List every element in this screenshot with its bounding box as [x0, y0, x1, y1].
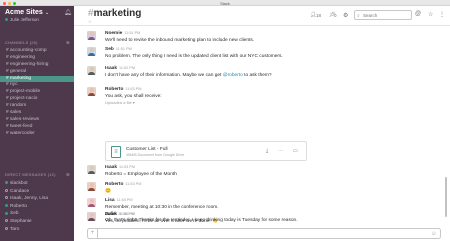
channel-header: #marketing ☆ 👤︎ 18 📌︎ 0 ⚙ ⌕ @ ☆ ⋮: [74, 6, 450, 26]
presence-away-icon: [5, 188, 8, 192]
starred-items-icon[interactable]: ☆: [428, 11, 433, 18]
presence-away-icon: [5, 219, 8, 223]
message-time[interactable]: 11:52 PM: [119, 66, 135, 70]
more-icon[interactable]: ⋯: [278, 148, 283, 154]
message-text: Oh, that's right! Thanks for the reminde…: [105, 218, 298, 223]
message-time[interactable]: 11:56 PM: [118, 212, 134, 216]
sidebar-item-dm[interactable]: Isaak, Jenny, Lisa: [0, 195, 74, 203]
sidebar-item-dm[interactable]: Seb: [0, 210, 74, 218]
document-icon: ≡: [111, 146, 121, 158]
avatar[interactable]: [87, 31, 96, 40]
sidebar: Acme Sites ⌄ 🔔︎ Julie Jefferson CHANNELS…: [0, 6, 74, 241]
sidebar-item-dm[interactable]: Taro: [0, 226, 74, 234]
message-composer: + ☺: [87, 228, 441, 239]
avatar[interactable]: [87, 212, 96, 221]
comment-icon[interactable]: ▭: [293, 148, 298, 154]
message-author[interactable]: Roberto 11:53 PM: [105, 87, 141, 92]
message-author[interactable]: Roberto 11:53 PM: [105, 182, 141, 187]
file-name[interactable]: Customer List - Full: [126, 147, 168, 152]
message-list: Noemie 11:51 PM We'll need to revise the …: [74, 27, 450, 227]
mentions-icon[interactable]: @: [415, 11, 421, 17]
sidebar-item-dm[interactable]: Candace: [0, 188, 74, 196]
message-text: Remember, meeting at 10:30 in the confer…: [105, 205, 219, 210]
avatar[interactable]: [87, 47, 96, 56]
message-input[interactable]: [101, 231, 421, 236]
dm-list: slackbot Candace Isaak, Jenny, Lisa Robe…: [0, 180, 74, 233]
presence-online-icon: [5, 181, 8, 185]
message-author[interactable]: Isaak 11:52 PM: [105, 66, 135, 71]
message-scrollbar[interactable]: [444, 27, 448, 227]
bell-icon[interactable]: 🔔︎: [64, 9, 72, 16]
gear-icon[interactable]: ⚙: [343, 12, 348, 19]
sidebar-item-dm[interactable]: Roberto: [0, 203, 74, 211]
message-time[interactable]: 11:53 PM: [119, 165, 135, 169]
message-time[interactable]: 11:51 PM: [116, 47, 132, 51]
user-mention-link[interactable]: @roberto: [223, 73, 243, 78]
add-attachment-button[interactable]: +: [88, 229, 98, 239]
file-meta: 45kKB Document from Google Drive: [126, 153, 185, 157]
presence-away-icon: [5, 226, 8, 230]
avatar[interactable]: [87, 165, 96, 174]
channel-title[interactable]: #marketing: [88, 8, 141, 19]
user-name: Julie Jefferson: [10, 17, 39, 22]
search-icon: ⌕: [357, 13, 360, 19]
star-icon[interactable]: ☆: [88, 19, 92, 24]
download-icon[interactable]: ⤓: [266, 148, 268, 154]
sidebar-item-channel[interactable]: # sales: [0, 110, 74, 117]
message-text: No problem. The only thing I need is the…: [105, 54, 283, 59]
avatar[interactable]: [87, 66, 96, 75]
pinned-count[interactable]: 0: [334, 13, 337, 18]
message-text: I don't have any of their information. M…: [105, 73, 272, 78]
file-upload-note[interactable]: Uploaded a file ▾: [105, 100, 135, 105]
sidebar-item-channel[interactable]: # watercooler: [0, 131, 74, 138]
presence-online-icon: [5, 211, 8, 215]
chevron-down-icon[interactable]: ⌄: [45, 10, 49, 16]
scrollbar-thumb[interactable]: [445, 177, 447, 217]
channel-list: # accounting-comp # engineering # engine…: [0, 48, 74, 138]
message-text: You ask, you shall receive:: [105, 94, 162, 99]
direct-messages-header[interactable]: DIRECT MESSAGES (12): [5, 172, 56, 177]
message-author[interactable]: Julie 11:56 PM: [105, 212, 134, 217]
team-name[interactable]: Acme Sites: [5, 9, 43, 16]
channels-header[interactable]: CHANNELS (25): [5, 40, 38, 45]
avatar[interactable]: [87, 182, 96, 191]
file-attachment[interactable]: ≡ Customer List - Full 45kKB Document fr…: [105, 141, 307, 161]
message-time[interactable]: 11:54 PM: [117, 198, 133, 202]
sidebar-item-channel[interactable]: # engineering-hiring: [0, 62, 74, 69]
avatar[interactable]: [87, 198, 96, 207]
message-emoji: 😊: [105, 189, 111, 194]
sidebar-item-channel[interactable]: # accounting-comp: [0, 48, 74, 55]
sidebar-item-channel[interactable]: # tweet-feed: [0, 124, 74, 131]
message-author[interactable]: Seb 11:51 PM: [105, 47, 132, 52]
add-channel-icon[interactable]: ⊕: [66, 40, 70, 46]
message-text: Roberto = Employee of the Month: [105, 172, 177, 177]
window-title: Slack: [220, 0, 230, 6]
message-author[interactable]: Isaak 11:53 PM: [105, 165, 135, 170]
message-time[interactable]: 11:53 PM: [125, 87, 141, 91]
message-author[interactable]: Lisa 11:54 PM: [105, 198, 133, 203]
presence-dot: [5, 18, 8, 22]
user-status[interactable]: Julie Jefferson: [5, 17, 39, 22]
message-time[interactable]: 11:51 PM: [124, 31, 140, 35]
sidebar-item-channel[interactable]: # sales-reviews: [0, 117, 74, 124]
sidebar-item-channel[interactable]: # engineering: [0, 55, 74, 62]
search-input[interactable]: [363, 13, 409, 18]
add-dm-icon[interactable]: ⊕: [66, 172, 70, 178]
members-count[interactable]: 18: [316, 13, 321, 18]
avatar[interactable]: [87, 87, 96, 96]
message-author[interactable]: Noemie 11:51 PM: [105, 31, 140, 36]
sidebar-item-channel[interactable]: # general: [0, 69, 74, 76]
sidebar-item-channel[interactable]: # random: [0, 103, 74, 110]
presence-online-icon: [5, 204, 8, 208]
more-icon[interactable]: ⋮: [439, 11, 445, 18]
sidebar-item-dm[interactable]: Stephanie: [0, 218, 74, 226]
message-time[interactable]: 11:53 PM: [125, 182, 141, 186]
presence-away-icon: [5, 196, 8, 200]
search-box[interactable]: ⌕: [354, 10, 412, 20]
message-text: We'll need to revise the inbound marketi…: [105, 38, 255, 43]
emoji-icon[interactable]: ☺: [431, 231, 437, 237]
sidebar-item-dm[interactable]: slackbot: [0, 180, 74, 188]
